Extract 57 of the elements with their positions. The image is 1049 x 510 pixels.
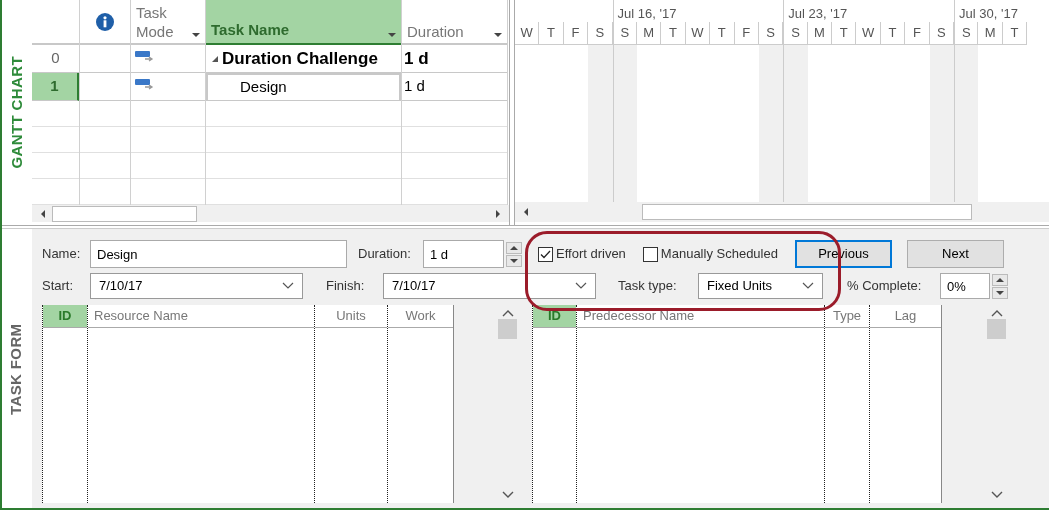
dropdown-field[interactable]: 7/10/17 <box>90 273 303 299</box>
triangle-left-icon <box>524 208 528 216</box>
chevron-down-icon <box>501 491 514 499</box>
week-label: Jul 23, '17 <box>788 5 848 23</box>
chevron-down-icon <box>802 282 814 290</box>
duration-value[interactable]: 1 d <box>402 75 425 98</box>
field-label: Duration: <box>358 245 412 264</box>
spin-down-button[interactable] <box>506 254 522 267</box>
chevron-down-icon <box>575 282 587 290</box>
triangle-down-icon <box>494 33 502 37</box>
triangle-down-icon <box>192 33 200 37</box>
triangle-down-icon <box>388 33 396 37</box>
auto-schedule-icon <box>135 79 154 91</box>
week-label: Jul 16, '17 <box>617 5 677 23</box>
week-label: Jul 30, '17 <box>959 5 1018 23</box>
view-label: GANTT CHART <box>6 56 26 169</box>
triangle-down-icon <box>510 258 518 263</box>
effort-driven-checkbox[interactable]: Effort driven <box>538 244 626 264</box>
triangle-up-icon <box>510 245 518 250</box>
auto-schedule-icon <box>135 51 154 63</box>
horizontal-scrollbar[interactable] <box>515 202 1049 222</box>
dropdown-field[interactable]: 7/10/17 <box>383 273 596 299</box>
percent-complete-field[interactable]: 0% <box>940 273 990 299</box>
scrollbar-thumb[interactable] <box>498 319 517 339</box>
checkmark-icon <box>540 249 551 259</box>
triangle-down-icon <box>996 290 1004 295</box>
column-header[interactable]: Task Name <box>206 0 401 45</box>
field-label: Finish: <box>326 277 366 296</box>
name-field[interactable]: Design <box>90 240 347 268</box>
row-number-cell[interactable]: 1 <box>32 73 79 101</box>
triangle-right-icon <box>496 209 500 218</box>
duration-field[interactable]: 1 d <box>423 240 504 268</box>
field-label: Task type: <box>618 277 678 296</box>
chevron-down-icon <box>282 282 294 290</box>
scrollbar-thumb[interactable] <box>642 204 972 220</box>
collapse-icon[interactable] <box>212 55 218 62</box>
chevron-up-icon <box>990 309 1003 317</box>
dropdown-field[interactable]: Fixed Units <box>698 273 823 299</box>
triangle-up-icon <box>996 277 1004 282</box>
chevron-down-icon <box>990 491 1003 499</box>
nav-button[interactable]: Next <box>906 240 1004 268</box>
task-name[interactable]: Duration Challenge <box>222 45 378 72</box>
spin-down-button[interactable] <box>992 286 1008 299</box>
field-label: Start: <box>42 277 75 296</box>
manually-scheduled-checkbox[interactable]: Manually Scheduled <box>642 244 778 264</box>
spin-up-button[interactable] <box>992 273 1008 286</box>
spin-up-button[interactable] <box>506 241 522 254</box>
scrollbar-thumb[interactable] <box>987 319 1006 339</box>
duration-value[interactable]: 1 d <box>402 45 429 72</box>
triangle-left-icon <box>41 209 45 218</box>
info-icon <box>96 13 114 31</box>
scrollbar-thumb[interactable] <box>52 205 197 222</box>
field-label: Name: <box>42 245 82 264</box>
view-label: TASK FORM <box>6 323 26 416</box>
horizontal-scrollbar[interactable] <box>32 205 509 222</box>
chevron-up-icon <box>501 309 514 317</box>
field-label: % Complete: <box>847 277 923 296</box>
